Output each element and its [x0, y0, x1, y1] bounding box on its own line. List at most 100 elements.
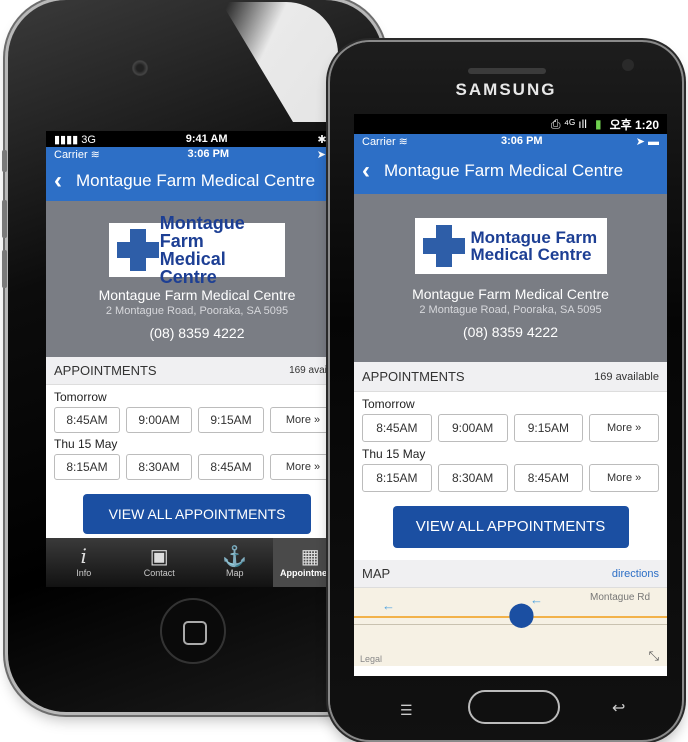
clinic-address: 2 Montague Road, Pooraka, SA 5095 [419, 304, 602, 316]
map-title: MAP [362, 566, 391, 581]
time-slot-button[interactable]: 9:15AM [513, 414, 584, 442]
iphone-device: ▮▮▮▮ 3G 9:41 AM ✱ ▭ Carrier ≋ 3:06 PM ➤ … [2, 0, 383, 712]
appointments-header: APPOINTMENTS 169 available [46, 357, 348, 385]
app-clock: 3:06 PM [187, 148, 230, 160]
more-slots-button[interactable]: More » [270, 454, 336, 480]
ios-device-statusbar: ▮▮▮▮ 3G 9:41 AM ✱ ▭ [46, 131, 348, 147]
medical-cross-icon [422, 225, 465, 267]
front-camera [132, 60, 148, 76]
ios-nav-bar: ‹ Montague Farm Medical Centre [46, 161, 348, 201]
nav-title: Montague Farm Medical Centre [76, 171, 316, 190]
home-button [468, 690, 560, 724]
battery-icon: ➤ ▬ [635, 135, 659, 148]
time-slot-button[interactable]: 9:15AM [198, 407, 264, 433]
time-slot-button[interactable]: 8:15AM [54, 454, 120, 480]
time-slot-button[interactable]: 8:15AM [362, 464, 432, 492]
notification-icons: ⎙ ⁴ᴳ ıll [550, 116, 587, 131]
appointments-title: APPOINTMENTS [54, 363, 157, 378]
earpiece-speaker [468, 68, 546, 74]
available-count: 169 available [594, 370, 659, 383]
appointments-title: APPOINTMENTS [362, 369, 465, 384]
appointments-header: APPOINTMENTS 169 available [354, 362, 667, 392]
clinic-logo: Montague Farm Medical Centre [109, 214, 285, 286]
nav-title: Montague Farm Medical Centre [384, 161, 624, 180]
clinic-phone[interactable]: (08) 8359 4222 [354, 324, 667, 340]
volume-up-button [2, 200, 7, 238]
nav-bar: ‹ Montague Farm Medical Centre [354, 148, 667, 194]
brand-logo: SAMSUNG [455, 80, 557, 99]
home-button [160, 598, 226, 664]
menu-icon: ☰ [400, 702, 413, 718]
iphone-screen: ▮▮▮▮ 3G 9:41 AM ✱ ▭ Carrier ≋ 3:06 PM ➤ … [46, 131, 348, 587]
tab-label: Info [76, 568, 92, 578]
clinic-header: Montague Farm Medical Centre Montague Fa… [46, 201, 348, 357]
day-label: Thu 15 May [54, 437, 118, 451]
tab-contact[interactable]: ▣ Contact [122, 538, 198, 587]
contact-icon: ▣ [149, 546, 169, 568]
map-legal-link[interactable]: Legal [360, 654, 382, 664]
clinic-name: Montague Farm Medical Centre [412, 286, 609, 302]
slot-row: 8:45AM 9:00AM 9:15AM More » [354, 414, 667, 442]
clinic-header: Montague Farm Medical Centre Montague Fa… [354, 194, 667, 362]
road-label: Montague Rd [590, 592, 651, 603]
medical-cross-icon [117, 229, 159, 271]
time-slot-button[interactable]: 8:45AM [54, 407, 120, 433]
logo-line-1: Montague Farm [159, 213, 245, 251]
clinic-logo: Montague Farm Medical Centre [414, 218, 607, 274]
day-label: Tomorrow [54, 390, 107, 404]
ios-tab-bar: i Info ▣ Contact ⚓ Map ▦ Appointments [46, 538, 348, 587]
back-chevron-icon[interactable]: ‹ [54, 167, 62, 195]
fullscreen-icon[interactable]: ⤡ [649, 648, 659, 664]
time-slot-button[interactable]: 8:30AM [437, 464, 508, 492]
slot-row: 8:15AM 8:30AM 8:45AM More » [46, 454, 348, 480]
back-icon: ↩ [612, 700, 626, 717]
day-label: Tomorrow [362, 397, 415, 411]
time-slot-button[interactable]: 8:45AM [198, 454, 264, 480]
map-view[interactable]: ← ← Montague Rd ⬤ Legal ⤡ [354, 588, 667, 666]
android-statusbar: ⎙ ⁴ᴳ ıll ▮ 오후 1:20 [354, 114, 667, 134]
time-slot-button[interactable]: 8:45AM [362, 414, 432, 442]
mute-switch [2, 150, 7, 172]
time-slot-button[interactable]: 8:45AM [513, 464, 584, 492]
carrier-label: Carrier ≋ [362, 135, 408, 148]
tab-info[interactable]: i Info [46, 538, 122, 587]
app-statusbar: Carrier ≋ 3:06 PM ➤ ▬ [354, 134, 667, 148]
clinic-name: Montague Farm Medical Centre [98, 287, 296, 303]
volume-down-button [2, 250, 7, 288]
map-header: MAP directions [354, 560, 667, 588]
tab-label: Map [225, 568, 244, 578]
samsung-screen: ⎙ ⁴ᴳ ıll ▮ 오후 1:20 Carrier ≋ 3:06 PM ➤ ▬… [354, 114, 667, 676]
promo-stage: ▮▮▮▮ 3G 9:41 AM ✱ ▭ Carrier ≋ 3:06 PM ➤ … [0, 0, 688, 742]
android-clock: 오후 1:20 [609, 117, 659, 132]
clinic-phone[interactable]: (08) 8359 4222 [46, 325, 348, 341]
info-icon: i [80, 544, 87, 568]
slot-row: 8:15AM 8:30AM 8:45AM More » [354, 464, 667, 492]
map-icon: ⚓ [222, 546, 248, 568]
more-slots-button[interactable]: More » [589, 414, 659, 442]
logo-line-1: Montague Farm [470, 228, 598, 247]
clinic-address: 2 Montague Road, Pooraka, SA 5095 [105, 305, 289, 317]
location-pin-icon[interactable]: ⬤ [508, 600, 535, 629]
view-all-appointments-button[interactable]: VIEW ALL APPOINTMENTS [392, 506, 629, 548]
front-camera [622, 59, 634, 71]
signal-indicator: ▮▮▮▮ 3G [54, 133, 96, 146]
logo-line-2: Medical Centre [470, 245, 592, 264]
device-clock: 9:41 AM [185, 133, 228, 145]
ios-app-statusbar: Carrier ≋ 3:06 PM ➤ ▬ [46, 147, 348, 161]
samsung-device: SAMSUNG ⎙ ⁴ᴳ ıll ▮ 오후 1:20 Carrier ≋ 3:0… [330, 42, 682, 740]
time-slot-button[interactable]: 9:00AM [126, 407, 192, 433]
app-clock: 3:06 PM [501, 135, 543, 147]
battery-icon: ▮ [594, 117, 602, 131]
time-slot-button[interactable]: 8:30AM [126, 454, 192, 480]
tab-map[interactable]: ⚓ Map [197, 538, 273, 587]
time-slot-button[interactable]: 9:00AM [437, 414, 508, 442]
view-all-appointments-button[interactable]: VIEW ALL APPOINTMENTS [83, 494, 311, 534]
directions-link[interactable]: directions [612, 568, 659, 580]
slot-row: 8:45AM 9:00AM 9:15AM More » [46, 407, 348, 433]
more-slots-button[interactable]: More » [270, 407, 336, 433]
back-chevron-icon[interactable]: ‹ [362, 157, 370, 185]
more-slots-button[interactable]: More » [589, 464, 659, 492]
carrier-label: Carrier ≋ [54, 148, 100, 161]
tab-label: Contact [143, 568, 175, 578]
logo-line-2: Medical Centre [159, 249, 226, 287]
